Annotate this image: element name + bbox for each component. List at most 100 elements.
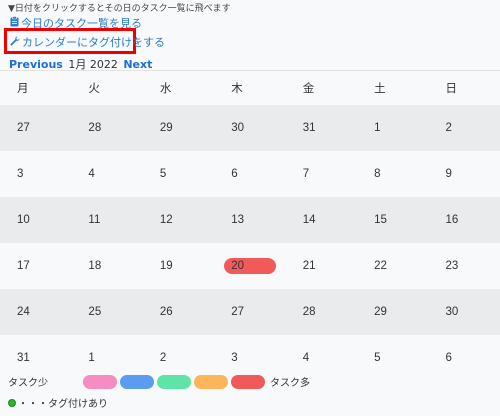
calendar-hint-text: ▼日付をクリックするとその日のタスク一覧に飛べます xyxy=(8,4,231,14)
calendar-day-cell[interactable]: 24 xyxy=(0,289,72,335)
calendar-day-number: 5 xyxy=(374,352,381,364)
calendar-day-number: 30 xyxy=(445,306,459,318)
calendar-day-number: 16 xyxy=(445,214,459,226)
calendar-day-cell[interactable]: 5 xyxy=(143,151,214,197)
legend-swatch-1 xyxy=(83,374,117,389)
calendar-day-cell[interactable]: 1 xyxy=(357,105,429,151)
tag-legend-label: ・・・タグ付けあり xyxy=(18,399,108,410)
legend-swatch-5 xyxy=(231,374,265,389)
calendar-day-number: 10 xyxy=(17,214,30,226)
calendar-day-cell[interactable]: 14 xyxy=(285,197,358,243)
weekday-header: 金 xyxy=(285,70,358,105)
calendar-week-row: 27 28 29 30 31 1 2 xyxy=(0,105,500,151)
calendar-day-cell[interactable]: 3 xyxy=(0,151,71,197)
calendar-day-cell[interactable]: 10 xyxy=(0,197,72,243)
calendar-day-number: 27 xyxy=(231,306,245,318)
calendar-day-cell[interactable]: 6 xyxy=(429,335,500,381)
calendar-day-number: 28 xyxy=(302,306,316,318)
calendar-day-number: 29 xyxy=(159,122,173,134)
weekday-header: 水 xyxy=(142,70,215,105)
calendar-day-number: 20 xyxy=(231,260,245,272)
calendar-day-number: 6 xyxy=(445,352,452,364)
calendar-day-cell[interactable]: 30 xyxy=(428,289,500,335)
legend-swatch-3 xyxy=(157,374,191,389)
calendar-day-number: 18 xyxy=(88,260,102,272)
calendar-day-number: 7 xyxy=(302,168,310,180)
calendar-day-cell[interactable]: 18 xyxy=(71,243,142,289)
calendar-day-number: 25 xyxy=(88,306,102,318)
calendar-day-number: 2 xyxy=(445,122,452,134)
tag-legend: ・・・タグ付けあり xyxy=(8,395,108,410)
calendar-day-cell[interactable]: 7 xyxy=(286,151,357,197)
calendar-day-number: 5 xyxy=(159,168,167,180)
calendar-day-number: 31 xyxy=(17,352,30,364)
legend-high-label: タスク多 xyxy=(270,378,310,389)
tag-calendar-link[interactable]: カレンダーにタグ付けをする xyxy=(10,34,165,50)
calendar-day-number: 28 xyxy=(88,122,102,134)
weekday-header-row: 月 火 水 木 金 土 日 xyxy=(0,70,500,105)
calendar-day-number: 15 xyxy=(374,214,387,226)
calendar-day-number: 12 xyxy=(159,214,173,226)
calendar-day-number: 30 xyxy=(231,122,245,134)
calendar-day-number: 3 xyxy=(17,168,24,180)
wrench-icon xyxy=(10,35,20,49)
calendar-day-cell[interactable]: 23 xyxy=(429,243,500,289)
calendar-day-number: 17 xyxy=(17,260,30,272)
calendar-day-number: 6 xyxy=(231,168,238,180)
calendar-day-cell[interactable]: 31 xyxy=(285,105,358,151)
calendar-day-cell[interactable]: 2 xyxy=(428,105,500,151)
calendar-day-cell[interactable]: 9 xyxy=(429,151,500,197)
calendar-week-row: 17 18 19 20 21 22 23 xyxy=(0,243,500,289)
calendar-day-cell[interactable]: 11 xyxy=(71,197,143,243)
calendar-day-cell[interactable]: 30 xyxy=(214,105,286,151)
calendar-day-cell[interactable]: 21 xyxy=(286,243,357,289)
calendar-day-cell[interactable]: 8 xyxy=(357,151,428,197)
calendar-day-number: 3 xyxy=(231,352,238,364)
calendar-day-number: 23 xyxy=(445,260,459,272)
calendar-day-cell[interactable]: 15 xyxy=(357,197,429,243)
calendar-day-cell[interactable]: 29 xyxy=(142,105,215,151)
legend-low-label: タスク少 xyxy=(8,378,48,389)
calendar-day-cell[interactable]: 26 xyxy=(142,289,215,335)
calendar-day-cell[interactable]: 12 xyxy=(142,197,215,243)
calendar-day-cell[interactable]: 5 xyxy=(357,335,428,381)
weekday-header: 土 xyxy=(357,70,429,105)
calendar-day-number: 14 xyxy=(302,214,316,226)
calendar-day-cell[interactable]: 20 xyxy=(214,243,285,289)
calendar-day-number: 27 xyxy=(17,122,30,134)
calendar-day-number: 11 xyxy=(88,214,101,226)
calendar-day-number: 2 xyxy=(159,352,167,364)
calendar-day-number: 24 xyxy=(17,306,30,318)
calendar-day-cell[interactable]: 27 xyxy=(214,289,286,335)
calendar-day-number: 22 xyxy=(374,260,387,272)
calendar-day-cell[interactable]: 13 xyxy=(214,197,286,243)
calendar-week-row: 24 25 26 27 28 29 30 xyxy=(0,289,500,335)
calendar-day-cell[interactable]: 16 xyxy=(428,197,500,243)
calendar-day-cell[interactable]: 4 xyxy=(71,151,142,197)
calendar-day-cell[interactable]: 29 xyxy=(357,289,429,335)
weekday-header: 日 xyxy=(428,70,500,105)
calendar-day-number: 1 xyxy=(374,122,381,134)
calendar-day-number: 19 xyxy=(159,260,173,272)
tag-dot-icon xyxy=(8,398,16,407)
calendar-week-row: 3 4 5 6 7 8 9 xyxy=(0,151,500,197)
calendar-day-cell[interactable]: 27 xyxy=(0,105,72,151)
calendar-day-number: 4 xyxy=(88,168,95,180)
calendar-day-cell[interactable]: 25 xyxy=(71,289,143,335)
calendar-day-number: 8 xyxy=(374,168,381,180)
weekday-header: 火 xyxy=(71,70,143,105)
task-density-legend: タスク少 タスク多 xyxy=(8,374,310,389)
calendar-day-cell[interactable]: 28 xyxy=(285,289,358,335)
calendar-day-cell[interactable]: 6 xyxy=(214,151,285,197)
calendar-day-cell[interactable]: 17 xyxy=(0,243,71,289)
legend-swatch-4 xyxy=(194,374,228,389)
calendar-day-cell[interactable]: 19 xyxy=(143,243,214,289)
calendar-day-cell[interactable]: 28 xyxy=(71,105,143,151)
tag-calendar-link-label: カレンダーにタグ付けをする xyxy=(22,36,165,49)
weekday-header: 木 xyxy=(214,70,286,105)
calendar-grid: 月 火 水 木 金 土 日 27 28 29 30 31 1 2 3 4 5 6 7 8 9 10 11 12 1… xyxy=(0,70,500,381)
calendar-day-cell[interactable]: 22 xyxy=(357,243,428,289)
calendar-day-number: 29 xyxy=(374,306,387,318)
calendar-day-number: 31 xyxy=(302,122,316,134)
weekday-header: 月 xyxy=(0,70,72,105)
